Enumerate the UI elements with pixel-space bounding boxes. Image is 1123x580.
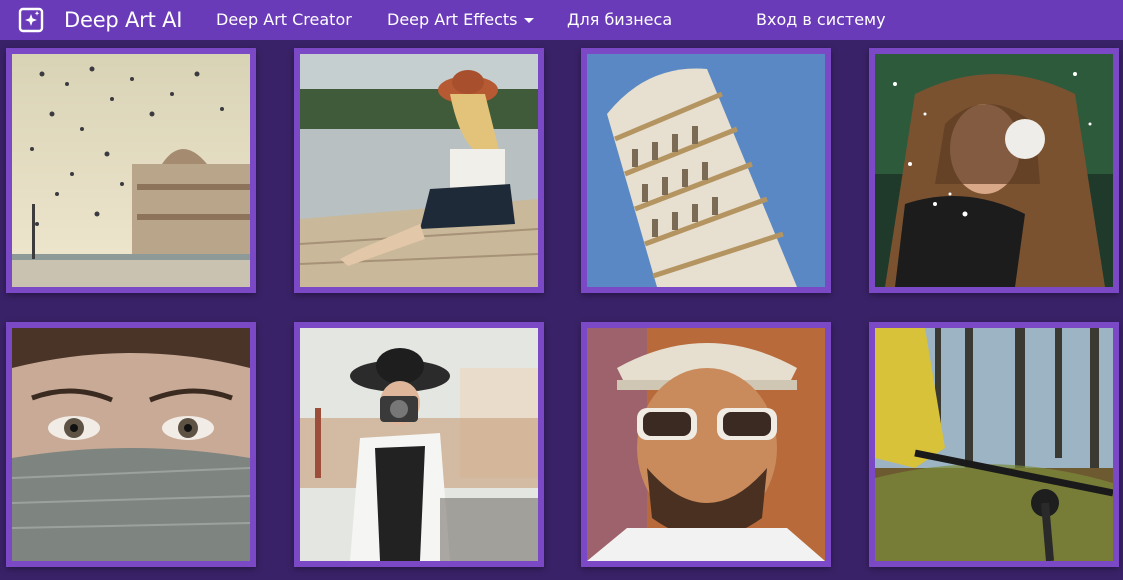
gallery-tile-man-sunglasses[interactable] bbox=[581, 322, 831, 567]
gallery-tile-woman-pier[interactable] bbox=[294, 48, 544, 293]
art-image-birds-palace bbox=[12, 54, 250, 287]
caret-down-icon bbox=[523, 18, 534, 23]
brand-name: Deep Art AI bbox=[64, 8, 183, 32]
sparkle-frame-icon bbox=[18, 7, 44, 33]
nav-link-effects-dropdown[interactable]: Deep Art Effects bbox=[387, 0, 534, 40]
nav-link-creator[interactable]: Deep Art Creator bbox=[216, 0, 352, 40]
art-image-girl-snow bbox=[875, 54, 1113, 287]
gallery-tile-girl-snow[interactable] bbox=[869, 48, 1119, 293]
nav-link-business[interactable]: Для бизнеса bbox=[567, 0, 672, 40]
gallery-tile-birds-palace[interactable] bbox=[6, 48, 256, 293]
gallery-tile-mountain-biker[interactable] bbox=[869, 322, 1119, 567]
art-image-leaning-tower bbox=[587, 54, 825, 287]
nav-link-login[interactable]: Вход в систему bbox=[756, 0, 886, 40]
gallery-tile-eyes-portrait[interactable] bbox=[6, 322, 256, 567]
gallery-tile-leaning-tower[interactable] bbox=[581, 48, 831, 293]
art-image-mountain-biker bbox=[875, 328, 1113, 561]
art-image-woman-pier bbox=[300, 54, 538, 287]
art-image-man-sunglasses bbox=[587, 328, 825, 561]
nav-link-effects-label: Deep Art Effects bbox=[387, 10, 518, 29]
art-image-eyes-portrait bbox=[12, 328, 250, 561]
art-gallery-grid bbox=[0, 40, 1123, 580]
gallery-tile-photographer[interactable] bbox=[294, 322, 544, 567]
art-image-photographer bbox=[300, 328, 538, 561]
top-navbar: Deep Art AI Deep Art Creator Deep Art Ef… bbox=[0, 0, 1123, 40]
brand-logo-link[interactable]: Deep Art AI bbox=[18, 7, 182, 33]
